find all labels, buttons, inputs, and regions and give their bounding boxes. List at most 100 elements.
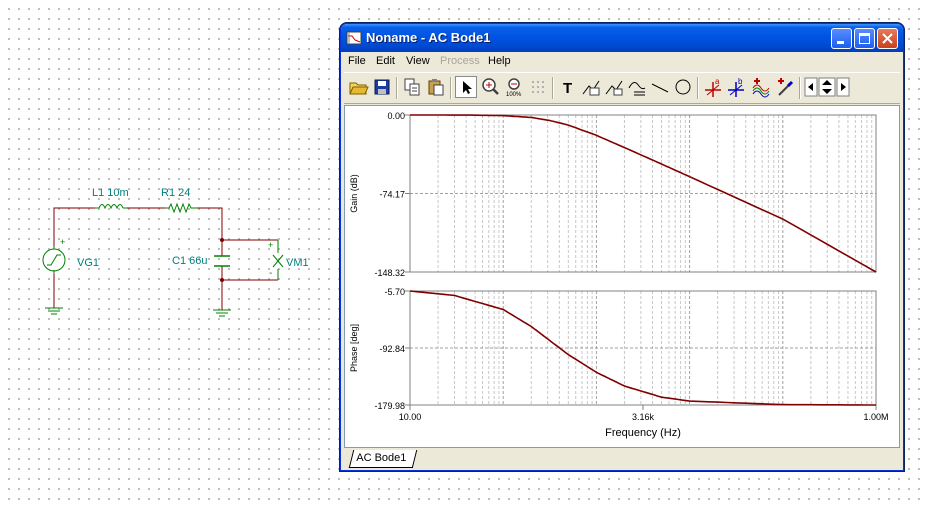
voltage-source-vg1[interactable] — [42, 246, 66, 274]
paste-icon — [428, 79, 444, 96]
text-tool-glyph: T — [563, 80, 572, 97]
grid-button[interactable] — [527, 76, 549, 98]
phase-chart[interactable]: -5.70 -92.84 -179.98 Phase [deg] 10.00 3.16k 1… — [349, 287, 889, 439]
plot-area[interactable]: 0.00 -74.17 -148.32 Gain (dB) -5.70 -92.84 -1… — [344, 105, 900, 448]
source-label: VG1 — [77, 257, 99, 269]
menu-edit[interactable]: Edit — [376, 55, 395, 67]
open-folder-icon — [349, 82, 369, 95]
gain-chart[interactable]: 0.00 -74.17 -148.32 Gain (dB) — [349, 111, 877, 278]
meter-plus-sign: + — [268, 240, 273, 250]
maximize-button[interactable] — [854, 28, 875, 49]
copy-button[interactable] — [401, 76, 423, 98]
label-tool-b-button[interactable] — [603, 76, 625, 98]
cursor-a-icon: a — [705, 77, 721, 97]
voltmeter-label: VM1 — [286, 257, 309, 269]
text-tool-icon: T — [563, 80, 572, 97]
close-icon — [882, 33, 893, 44]
label-tool-a-button[interactable] — [580, 76, 602, 98]
scroll-updown-button[interactable] — [818, 76, 836, 98]
window-title: Noname - AC Bode1 — [366, 30, 491, 45]
phase-xtick-label: 3.16k — [632, 412, 655, 422]
scroll-right-icon — [836, 77, 850, 97]
line-tool-button[interactable] — [649, 76, 671, 98]
resistor-r1[interactable] — [165, 202, 197, 214]
save-disk-icon — [374, 79, 390, 95]
cursor-b-letter: b — [738, 77, 743, 86]
select-tool-button[interactable] — [455, 76, 477, 98]
gain-ytick-label: -74.17 — [379, 190, 405, 200]
label-tool-c-button[interactable] — [626, 76, 648, 98]
tab-strip: AC Bode1 — [341, 450, 903, 470]
tab-label: AC Bode1 — [356, 452, 407, 464]
phase-ytick-label: -179.98 — [374, 401, 405, 411]
ellipse-tool-icon — [675, 79, 691, 95]
scroll-right-button[interactable] — [836, 76, 850, 98]
bode-window: Noname - AC Bode1 File Edit View Process… — [340, 23, 904, 471]
add-curve-icon — [752, 78, 770, 98]
capacitor-c1[interactable] — [214, 255, 230, 267]
close-button[interactable] — [877, 28, 898, 49]
zoom-100-icon: 100% — [506, 78, 522, 98]
phase-xlabel: Frequency (Hz) — [605, 427, 681, 439]
scroll-left-button[interactable] — [804, 76, 818, 98]
gain-ytick-label: 0.00 — [387, 111, 405, 121]
paste-button[interactable] — [425, 76, 447, 98]
bode-plot[interactable]: 0.00 -74.17 -148.32 Gain (dB) -5.70 -92.84 -1… — [345, 106, 899, 447]
inductor-l1[interactable] — [95, 204, 127, 210]
edit-curve-icon — [778, 78, 794, 96]
inductor-label: L1 10m — [92, 187, 129, 199]
tab-ac-bode1[interactable]: AC Bode1 — [348, 450, 418, 468]
add-curve-button[interactable] — [750, 76, 772, 98]
meter-minus-sign: - — [269, 268, 272, 279]
wire — [197, 207, 278, 241]
toolbar-separator — [396, 77, 398, 99]
ground-symbol — [213, 309, 231, 317]
ground-symbol — [45, 307, 63, 315]
scroll-left-icon — [804, 77, 818, 97]
zoom-100-button[interactable]: 100% — [503, 76, 525, 98]
voltmeter-vm1[interactable] — [272, 240, 284, 280]
cursor-a-letter: a — [715, 77, 720, 86]
junction-dot — [220, 238, 224, 242]
grid-icon — [532, 81, 544, 93]
ellipse-tool-button[interactable] — [672, 76, 694, 98]
toolbar-separator — [450, 77, 452, 99]
copy-icon — [404, 78, 420, 96]
label-tool-a-icon — [582, 80, 600, 96]
toolbar-separator — [799, 77, 801, 99]
schematic-canvas[interactable]: L1 10m R1 24 C1 66u + VG1 + - VM1 — [0, 0, 340, 505]
menu-bar: File Edit View Process Help — [341, 52, 903, 71]
junction-dot — [220, 278, 224, 282]
cursor-b-icon: b — [728, 77, 744, 97]
source-plus-sign: + — [60, 237, 65, 247]
toolbar-separator — [697, 77, 699, 99]
open-button[interactable] — [347, 76, 369, 98]
title-bar[interactable]: Noname - AC Bode1 — [341, 24, 903, 52]
cursor-a-button[interactable]: a — [702, 76, 724, 98]
maximize-icon — [859, 33, 870, 44]
gain-ytick-label: -148.32 — [374, 268, 405, 278]
resistor-label: R1 24 — [161, 187, 190, 199]
zoom-in-icon — [482, 78, 499, 95]
toolbar-separator — [552, 77, 554, 99]
menu-help[interactable]: Help — [488, 55, 511, 67]
minimize-icon — [837, 41, 844, 44]
phase-ytick-label: -5.70 — [384, 287, 405, 297]
save-button[interactable] — [371, 76, 393, 98]
app-icon[interactable] — [346, 30, 362, 46]
menu-file[interactable]: File — [348, 55, 366, 67]
zoom-100-text: 100% — [506, 92, 522, 98]
edit-curve-button[interactable] — [774, 76, 796, 98]
menu-process[interactable]: Process — [440, 55, 480, 67]
text-tool-button[interactable]: T — [557, 76, 579, 98]
minimize-button[interactable] — [831, 28, 852, 49]
label-tool-b-icon — [605, 80, 623, 96]
phase-ylabel: Phase [deg] — [349, 324, 359, 372]
capacitor-label: C1 66u — [172, 255, 207, 267]
toolbar: 100% T a b — [344, 72, 900, 104]
cursor-b-button[interactable]: b — [725, 76, 747, 98]
select-arrow-icon — [463, 81, 472, 94]
menu-view[interactable]: View — [406, 55, 430, 67]
zoom-in-button[interactable] — [479, 76, 501, 98]
phase-xtick-label: 10.00 — [399, 412, 422, 422]
